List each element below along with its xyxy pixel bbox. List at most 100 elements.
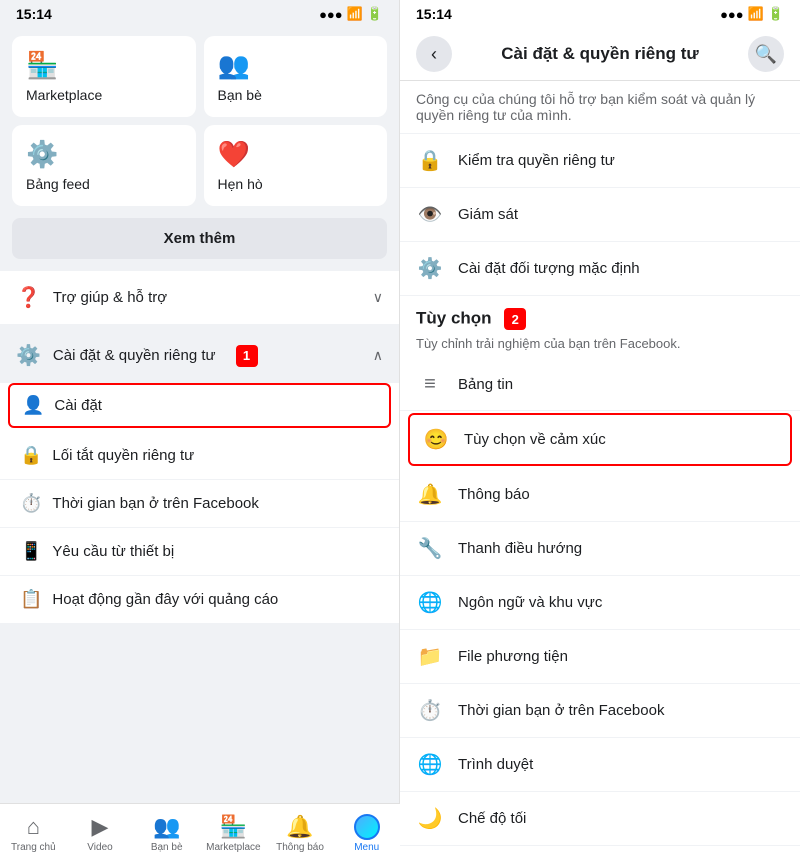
friends-nav-label: Bạn bè (151, 842, 183, 853)
friends-grid-icon: 👥 (218, 50, 250, 81)
left-status-icons: ●●● 📶 🔋 (319, 6, 383, 22)
back-icon: ‹ (431, 44, 437, 65)
right-menu-giamsat[interactable]: 👁️ Giám sát (400, 188, 800, 242)
video-nav-label: Video (87, 842, 112, 853)
thanhdh-label: Thanh điều hướng (458, 540, 582, 557)
settings-badge: 1 (236, 345, 258, 367)
grid-item-feed[interactable]: ⚙️ Bảng feed (12, 125, 196, 206)
menu-nav-label: Menu (354, 842, 379, 853)
chedom-icon: 🌙 (416, 806, 444, 831)
help-section: ❓ Trợ giúp & hỗ trợ ∨ (0, 271, 399, 325)
search-icon: 🔍 (755, 44, 777, 65)
grid-section: 🏪 Marketplace 👥 Bạn bè ⚙️ Bảng feed ❤️ H… (0, 28, 399, 214)
dating-grid-icon: ❤️ (218, 139, 250, 170)
settings-sub-loitat[interactable]: 🔒 Lối tắt quyền riêng tư (0, 432, 399, 480)
caidat-icon: 👤 (22, 395, 44, 416)
grid-item-friends[interactable]: 👥 Bạn bè (204, 36, 388, 117)
right-panel: 15:14 ●●● 📶 🔋 ‹ Cài đặt & quyền riêng tư… (400, 0, 800, 863)
settings-section-left: ⚙️ Cài đặt & quyền riêng tư 1 (16, 343, 258, 368)
marketplace-grid-icon: 🏪 (26, 50, 58, 81)
left-nav-marketplace[interactable]: 🏪 Marketplace (200, 810, 267, 857)
feed-grid-label: Bảng feed (26, 176, 90, 192)
left-scroll: 🏪 Marketplace 👥 Bạn bè ⚙️ Bảng feed ❤️ H… (0, 28, 399, 863)
settings-sub-hoatdong[interactable]: 📋 Hoạt động gần đây với quảng cáo (0, 576, 399, 624)
thoigian-label: Thời gian bạn ở trên Facebook (52, 495, 258, 512)
right-menu-kiemtra[interactable]: 🔒 Kiểm tra quyền riêng tư (400, 134, 800, 188)
bangtin-label: Bảng tin (458, 376, 513, 393)
right-menu-ngonngu[interactable]: 🌐 Ngôn ngữ và khu vực (400, 576, 800, 630)
left-nav-home[interactable]: ⌂ Trang chủ (0, 810, 67, 857)
right-battery-icon: 🔋 (768, 6, 784, 22)
see-more-button[interactable]: Xem thêm (12, 218, 387, 259)
right-scroll: Công cụ của chúng tôi hỗ trợ bạn kiểm so… (400, 81, 800, 863)
thongbao-label: Thông báo (458, 486, 530, 503)
dating-grid-label: Hẹn hò (218, 176, 263, 192)
left-nav-menu[interactable]: Menu (333, 810, 400, 857)
right-time: 15:14 (416, 6, 452, 22)
ngonngu-label: Ngôn ngữ và khu vực (458, 594, 602, 611)
left-nav-video[interactable]: ▶ Video (67, 810, 134, 857)
tuychon-title: Tùy chọn 2 (400, 296, 800, 334)
signal-icon: ●●● (319, 7, 343, 22)
trinhduyet-label: Trình duyệt (458, 756, 533, 773)
marketplace-grid-label: Marketplace (26, 87, 102, 103)
right-header: ‹ Cài đặt & quyền riêng tư 🔍 (400, 28, 800, 81)
right-menu-chedom[interactable]: 🌙 Chế độ tối (400, 792, 800, 846)
right-menu-bangtin[interactable]: ≡ Bảng tin (400, 359, 800, 411)
left-panel: 15:14 ●●● 📶 🔋 🏪 Marketplace 👥 Bạn bè ⚙️ … (0, 0, 400, 863)
tuychon-subtitle: Tùy chỉnh trải nghiệm của bạn trên Faceb… (400, 334, 800, 359)
thongbao-icon: 🔔 (416, 482, 444, 507)
right-menu-thanhdh[interactable]: 🔧 Thanh điều hướng (400, 522, 800, 576)
right-menu-thoigian[interactable]: ⏱️ Thời gian bạn ở trên Facebook (400, 684, 800, 738)
friends-nav-icon: 👥 (153, 814, 180, 840)
right-menu-thongbao[interactable]: 🔔 Thông báo (400, 468, 800, 522)
camxuc-icon: 😊 (422, 427, 450, 452)
file-icon: 📁 (416, 644, 444, 669)
tuychon-badge: 2 (504, 308, 526, 330)
marketplace-nav-icon: 🏪 (220, 814, 247, 840)
left-bottom-nav: ⌂ Trang chủ ▶ Video 👥 Bạn bè 🏪 Marketpla… (0, 803, 400, 863)
settings-icon: ⚙️ (16, 343, 41, 368)
left-nav-notifications[interactable]: 🔔 Thông báo (267, 810, 334, 857)
yeucau-icon: 📱 (20, 541, 42, 562)
back-button[interactable]: ‹ (416, 36, 452, 72)
right-menu-cuoncamera[interactable]: 📷 Cuốn camera (400, 846, 800, 863)
caidat-dt-label: Cài đặt đối tượng mặc định (458, 260, 640, 277)
search-button[interactable]: 🔍 (748, 36, 784, 72)
settings-sub-yeucau[interactable]: 📱 Yêu cầu từ thiết bị (0, 528, 399, 576)
thanhdh-icon: 🔧 (416, 536, 444, 561)
hoatdong-label: Hoạt động gần đây với quảng cáo (52, 591, 278, 608)
settings-section-header[interactable]: ⚙️ Cài đặt & quyền riêng tư 1 ∧ (0, 333, 399, 379)
left-nav-friends[interactable]: 👥 Bạn bè (133, 810, 200, 857)
right-menu-trinhduyet[interactable]: 🌐 Trình duyệt (400, 738, 800, 792)
right-menu-caidat[interactable]: ⚙️ Cài đặt đối tượng mặc định (400, 242, 800, 296)
camxuc-label: Tùy chọn về cảm xúc (464, 431, 606, 448)
friends-grid-label: Bạn bè (218, 87, 262, 103)
hoatdong-icon: 📋 (20, 589, 42, 610)
settings-chevron-icon: ∧ (373, 347, 383, 364)
help-section-header[interactable]: ❓ Trợ giúp & hỗ trợ ∨ (0, 271, 399, 325)
caidat-dt-icon: ⚙️ (416, 256, 444, 281)
loitat-icon: 🔒 (20, 445, 42, 466)
marketplace-nav-label: Marketplace (206, 842, 260, 853)
notifications-nav-icon: 🔔 (286, 814, 313, 840)
home-icon: ⌂ (27, 814, 40, 840)
ngonngu-icon: 🌐 (416, 590, 444, 615)
battery-icon: 🔋 (367, 6, 383, 22)
grid-item-dating[interactable]: ❤️ Hẹn hò (204, 125, 388, 206)
caidat-label: Cài đặt (54, 397, 102, 414)
help-section-left: ❓ Trợ giúp & hỗ trợ (16, 285, 167, 310)
kiemtra-label: Kiểm tra quyền riêng tư (458, 152, 615, 169)
left-status-bar: 15:14 ●●● 📶 🔋 (0, 0, 399, 28)
yeucau-label: Yêu cầu từ thiết bị (52, 543, 174, 560)
right-signal-icon: ●●● (720, 7, 744, 22)
grid-item-marketplace[interactable]: 🏪 Marketplace (12, 36, 196, 117)
settings-sub-thoigian[interactable]: ⏱️ Thời gian bạn ở trên Facebook (0, 480, 399, 528)
wifi-icon: 📶 (347, 6, 363, 22)
right-wifi-icon: 📶 (748, 6, 764, 22)
right-menu-file[interactable]: 📁 File phương tiện (400, 630, 800, 684)
left-time: 15:14 (16, 6, 52, 22)
help-chevron-icon: ∨ (373, 289, 383, 306)
right-menu-camxuc[interactable]: 😊 Tùy chọn về cảm xúc (408, 413, 792, 466)
settings-sub-caidat[interactable]: 👤 Cài đặt (8, 383, 391, 428)
